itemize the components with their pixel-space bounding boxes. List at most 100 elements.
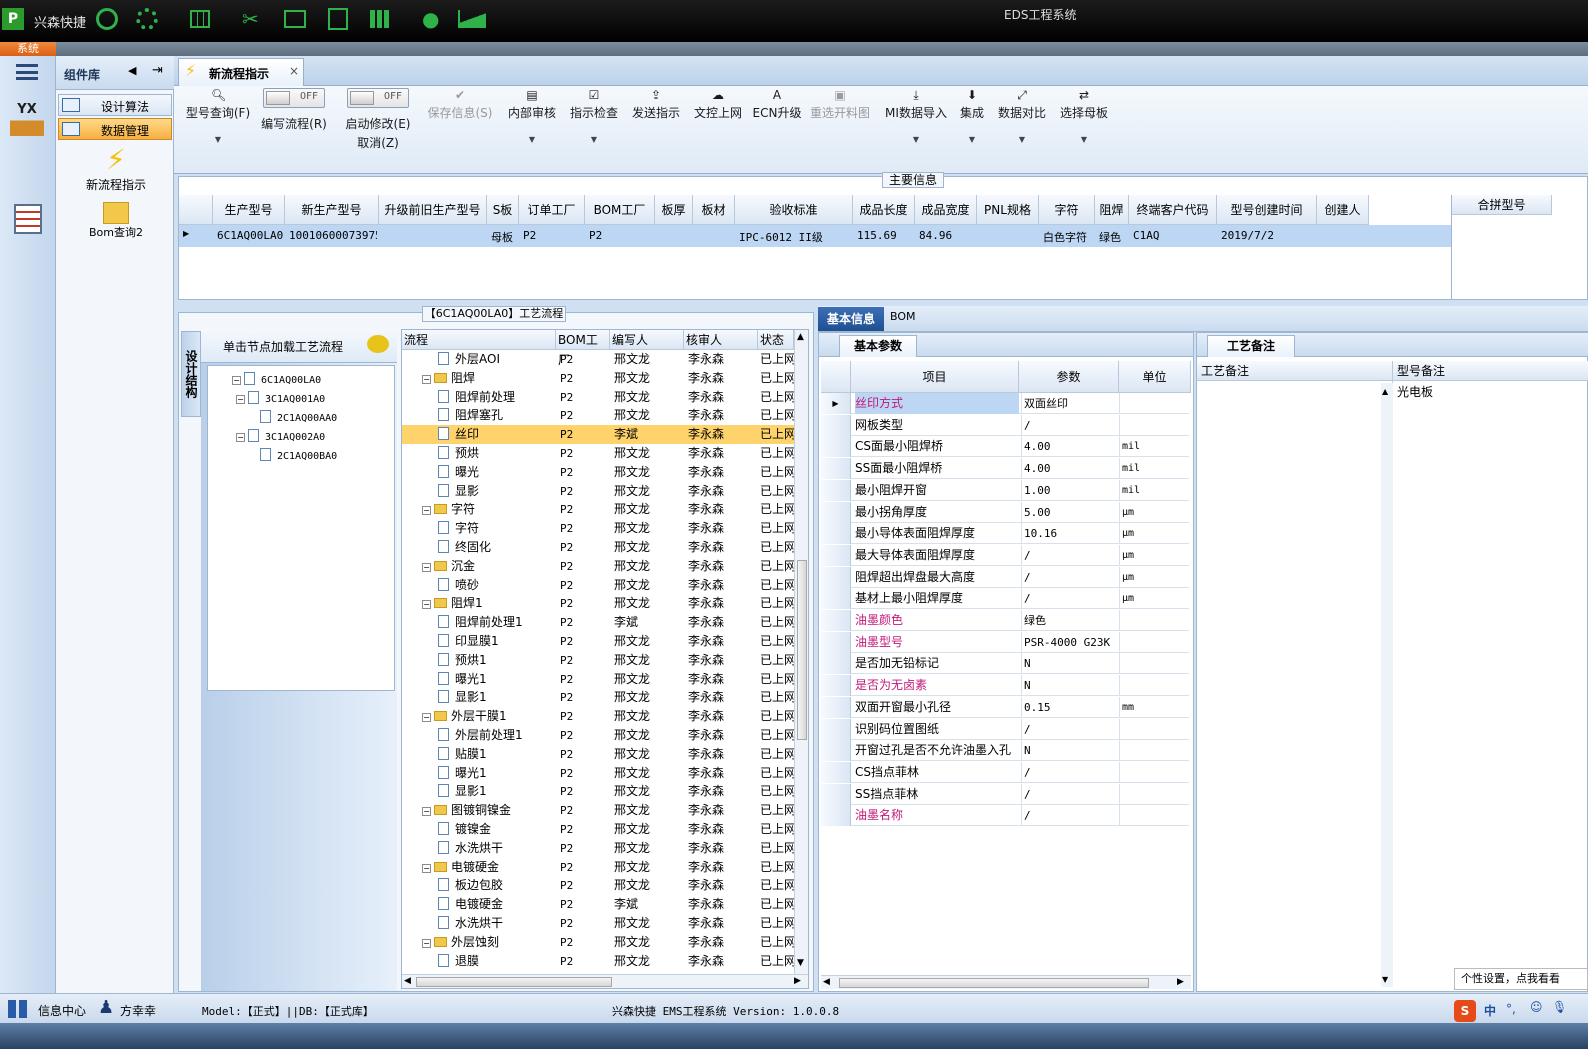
process-col-header[interactable]: BOM工厂 [556, 330, 610, 367]
params-row[interactable]: ▶ 丝印方式 双面丝印 [821, 393, 1189, 414]
tree-node[interactable]: 2C1AQ00BA0 [260, 446, 420, 465]
tree-expander-icon[interactable]: − [236, 395, 245, 404]
dropdown-arrow-icon[interactable]: ▼ [1056, 135, 1112, 144]
main-info-col-header[interactable]: 订单工厂 [519, 195, 585, 225]
param-value[interactable]: N [1021, 675, 1117, 697]
process-row[interactable]: − 图镀铜镍金 P2 邢文龙 李永森 已上网 [402, 801, 794, 820]
process-row[interactable]: 喷砂 P2 邢文龙 李永森 已上网 [402, 576, 794, 595]
process-remarks-vscrollbar[interactable]: ▲ ▼ [1381, 383, 1393, 987]
enable-edit-toggle[interactable]: OFF 启动修改(E) 取消(Z) [340, 88, 416, 151]
main-info-col-header[interactable]: 新生产型号 [285, 195, 379, 225]
param-value[interactable]: 双面丝印 [1021, 393, 1117, 414]
params-row[interactable]: 识别码位置图纸 / [821, 718, 1189, 740]
process-row[interactable]: − 阻焊 P2 邢文龙 李永森 已上网 [402, 369, 794, 388]
params-row[interactable]: 油墨名称 / [821, 805, 1189, 827]
tab-process-remarks[interactable]: 工艺备注 [1207, 335, 1295, 357]
tree-expander-icon[interactable]: − [422, 562, 431, 572]
process-vscrollbar[interactable]: ▲ ▼ [794, 330, 808, 974]
doc-upload-button[interactable]: ☁ 文控上网 [690, 88, 746, 121]
process-row[interactable]: 水洗烘干 P2 邢文龙 李永森 已上网 [402, 839, 794, 858]
scroll-right-icon[interactable]: ▶ [1177, 977, 1184, 987]
process-row[interactable]: 预烘1 P2 邢文龙 李永森 已上网 [402, 651, 794, 670]
model-query-button[interactable]: 🔍︎ 型号查询(F) ▼ [182, 88, 254, 144]
scroll-left-icon[interactable]: ◀ [404, 976, 411, 986]
tree-expander-icon[interactable]: − [422, 938, 431, 948]
instruction-check-button[interactable]: ☑ 指示检查 ▼ [566, 88, 622, 144]
tree-expander-icon[interactable]: − [232, 376, 241, 385]
tree-node[interactable]: − 3C1AQ002A0 [236, 427, 396, 446]
process-row[interactable]: − 字符 P2 邢文龙 李永森 已上网 [402, 500, 794, 519]
tab-basic-params[interactable]: 基本参数 [839, 335, 917, 357]
ime-toolbar[interactable]: S 中 °, ☺ 🎙︎ [1452, 1000, 1588, 1022]
process-row[interactable]: 显影1 P2 邢文龙 李永森 已上网 [402, 688, 794, 707]
params-row[interactable]: SS面最小阻焊桥 4.00 mil [821, 458, 1189, 480]
tab-basic-info[interactable]: 基本信息 [818, 307, 884, 331]
params-row[interactable]: 基材上最小阻焊厚度 / μm [821, 588, 1189, 610]
main-info-col-header[interactable]: 生产型号 [213, 195, 285, 225]
params-row[interactable]: CS挡点菲林 / [821, 761, 1189, 783]
scroll-down-icon[interactable]: ▼ [797, 958, 804, 968]
toggle-switch[interactable]: OFF [263, 88, 325, 108]
params-row[interactable]: 开窗过孔是否不允许油墨入孔 N [821, 740, 1189, 762]
main-info-col-header[interactable]: 阻焊 [1095, 195, 1129, 225]
param-value[interactable]: / [1021, 414, 1117, 436]
tree-expander-icon[interactable]: − [422, 374, 431, 384]
params-row[interactable]: CS面最小阻焊桥 4.00 mil [821, 436, 1189, 458]
param-value[interactable]: / [1021, 805, 1117, 827]
film-icon[interactable] [284, 10, 306, 28]
params-row[interactable]: 是否为无卤素 N [821, 675, 1189, 697]
choose-mother-board-button[interactable]: ⇄ 选择母板 ▼ [1056, 88, 1112, 144]
user-icon[interactable]: ● [422, 8, 442, 30]
params-row[interactable]: 油墨颜色 绿色 [821, 610, 1189, 631]
param-value[interactable]: / [1021, 566, 1117, 588]
microphone-icon[interactable]: 🎙︎ [1552, 1000, 1567, 1014]
main-info-data-row[interactable]: ▶ 6C1AQ00LA0 10010600073975 母板 P2 P2 IPC-6012… [179, 225, 1451, 247]
process-row[interactable]: − 阻焊1 P2 邢文龙 李永森 已上网 [402, 594, 794, 613]
process-row[interactable]: 印显膜1 P2 邢文龙 李永森 已上网 [402, 632, 794, 651]
send-instruction-button[interactable]: ⇪ 发送指示 [628, 88, 684, 121]
process-row[interactable]: 显影 P2 邢文龙 李永森 已上网 [402, 482, 794, 501]
process-col-header[interactable]: 核审人 [684, 330, 758, 350]
params-row[interactable]: 最小拐角厚度 5.00 μm [821, 501, 1189, 523]
dropdown-arrow-icon[interactable]: ▼ [880, 135, 952, 144]
main-info-col-header[interactable]: 创建人 [1317, 195, 1369, 225]
ime-punctuation-icon[interactable]: °, [1506, 1002, 1516, 1016]
param-value[interactable]: 4.00 [1021, 458, 1117, 480]
process-row[interactable]: 预烘 P2 邢文龙 李永森 已上网 [402, 444, 794, 463]
param-value[interactable]: / [1021, 544, 1117, 566]
main-info-col-header[interactable]: 板厚 [655, 195, 693, 225]
process-row[interactable]: 贴膜1 P2 邢文龙 李永森 已上网 [402, 745, 794, 764]
process-row[interactable]: − 外层蚀刻 P2 邢文龙 李永森 已上网 [402, 933, 794, 952]
reselect-cutting-button[interactable]: ▣ 重选开料图 [808, 88, 872, 121]
params-row[interactable]: 网板类型 / [821, 414, 1189, 436]
design-structure-side-tab[interactable]: 设计结构 [181, 331, 201, 417]
new-flow-shortcut[interactable]: ⚡ 新流程指示 [66, 144, 166, 194]
search-icon[interactable] [96, 8, 118, 30]
dropdown-arrow-icon[interactable]: ▼ [994, 135, 1050, 144]
process-row[interactable]: 曝光 P2 邢文龙 李永森 已上网 [402, 463, 794, 482]
dropdown-arrow-icon[interactable]: ▼ [954, 135, 990, 144]
nav-item-design-algorithm[interactable]: 设计算法 [58, 94, 172, 116]
tree-expander-icon[interactable]: − [422, 713, 431, 723]
process-row[interactable]: 板边包胶 P2 邢文龙 李永森 已上网 [402, 876, 794, 895]
scroll-thumb[interactable] [797, 560, 807, 740]
process-row[interactable]: 水洗烘干 P2 邢文龙 李永森 已上网 [402, 914, 794, 933]
chart-icon[interactable] [458, 10, 486, 28]
grid-icon[interactable] [370, 10, 390, 28]
process-row[interactable]: 字符 P2 邢文龙 李永森 已上网 [402, 519, 794, 538]
param-value[interactable]: PSR-4000 G23K [1021, 631, 1117, 653]
scroll-up-icon[interactable]: ▲ [797, 332, 804, 342]
close-tab-icon[interactable]: × [289, 64, 299, 78]
process-row[interactable]: 阻焊前处理 P2 邢文龙 李永森 已上网 [402, 388, 794, 407]
process-row[interactable]: 电镀硬金 P2 李斌 李永森 已上网 [402, 895, 794, 914]
param-value[interactable]: 10.16 [1021, 523, 1117, 545]
main-info-col-header[interactable]: 验收标准 [735, 195, 853, 225]
emoji-icon[interactable]: ☺ [1530, 1000, 1543, 1014]
hscroll-thumb[interactable] [416, 977, 612, 987]
ime-mode[interactable]: 中 [1484, 1002, 1496, 1019]
params-row[interactable]: 阻焊超出焊盘最大高度 / μm [821, 566, 1189, 588]
hscroll-thumb[interactable] [839, 978, 1149, 988]
params-row[interactable]: 双面开窗最小孔径 0.15 mm [821, 696, 1189, 718]
help-ring-icon[interactable] [136, 8, 158, 30]
main-info-col-header[interactable]: PNL规格 [977, 195, 1039, 225]
